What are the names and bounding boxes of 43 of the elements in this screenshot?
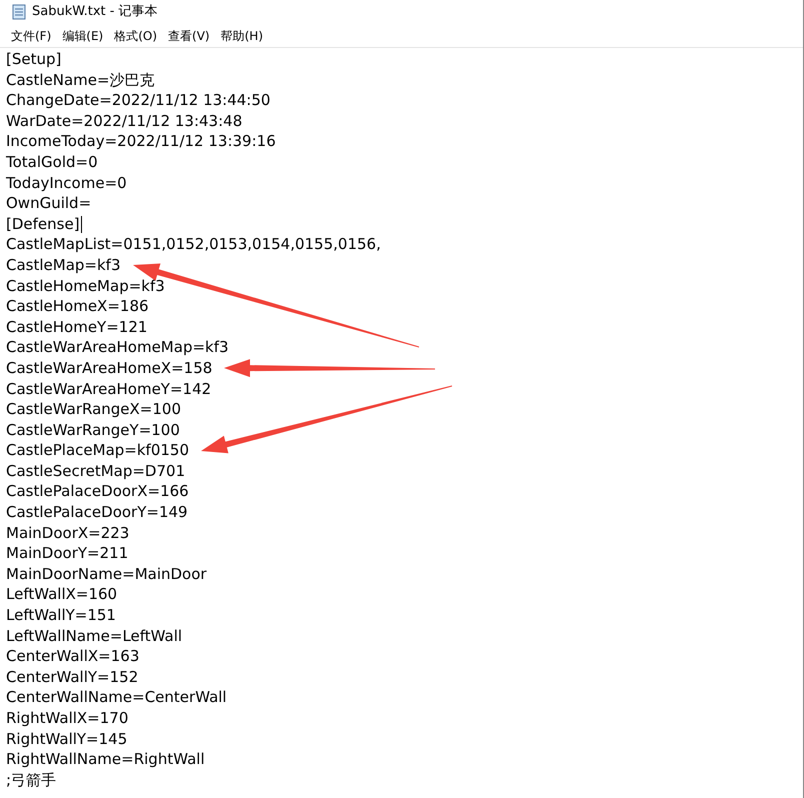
menu-item[interactable]: 查看(V): [163, 24, 215, 46]
text-line: CastleName=沙巴克: [6, 70, 155, 90]
text-line: MainDoorName=MainDoor: [6, 564, 207, 584]
text-line: WarDate=2022/11/12 13:43:48: [6, 110, 242, 132]
text-line: CenterWallName=CenterWall: [6, 687, 227, 708]
text-line: ChangeDate=2022/11/12 13:44:50: [6, 90, 270, 111]
text-line: TodayIncome=0: [6, 172, 127, 194]
text-line: CastleHomeMap=kf3: [6, 276, 165, 296]
text-line: CastleWarRangeX=100: [6, 399, 182, 420]
notepad-icon: [12, 4, 26, 20]
text-line: LeftWallX=160: [6, 584, 118, 606]
text-line: CastlePlaceMap=kf0150: [6, 440, 190, 461]
text-line: LeftWallY=151: [6, 605, 116, 626]
menu-item[interactable]: 文件(F): [6, 24, 56, 46]
text-line: RightWallX=170: [6, 708, 128, 729]
text-line: LeftWallName=LeftWall: [6, 626, 182, 646]
menu-item[interactable]: 编辑(E): [57, 24, 108, 46]
text-line: [Defense]: [6, 214, 80, 234]
text-line: CastlePalaceDoorY=149: [6, 502, 188, 523]
text-line: CastleMap=kf3: [6, 254, 120, 276]
text-line: RightWallY=145: [6, 728, 128, 750]
window-title: SabukW.txt - 记事本: [32, 3, 158, 22]
text-line: CenterWallX=163: [6, 646, 140, 667]
text-line: CastleHomeX=186: [6, 296, 149, 317]
text-line: RightWallName=RightWall: [6, 749, 205, 770]
text-line: CastleWarRangeY=100: [6, 420, 180, 440]
text-line: OwnGuild=: [6, 193, 92, 214]
text-line: MainDoorX=223: [6, 522, 130, 544]
text-line: CastleWarAreaHomeX=158: [6, 358, 212, 378]
text-line: CastleSecretMap=D701: [6, 460, 186, 482]
text-line: CastleWarAreaHomeMap=kf3: [6, 337, 229, 358]
text-line: TotalGold=0: [6, 152, 98, 173]
menu-item[interactable]: 帮助(H): [216, 24, 268, 46]
text-line: CastleWarAreaHomeY=142: [6, 378, 212, 400]
text-line: CastleMapList=0151,0152,0153,0154,0155,0156,: [6, 234, 381, 255]
text-line: IncomeToday=2022/11/12 13:39:16: [6, 131, 276, 152]
text-line: CastlePalaceDoorX=166: [6, 481, 189, 502]
text-line: ;弓箭手: [6, 770, 56, 790]
menu-item[interactable]: 格式(O): [109, 24, 162, 46]
text-line: [Setup]: [6, 49, 62, 70]
text-line: CastleHomeY=121: [6, 316, 148, 338]
text-line: MainDoorY=211: [6, 543, 128, 564]
text-line: CenterWallY=152: [6, 666, 138, 688]
